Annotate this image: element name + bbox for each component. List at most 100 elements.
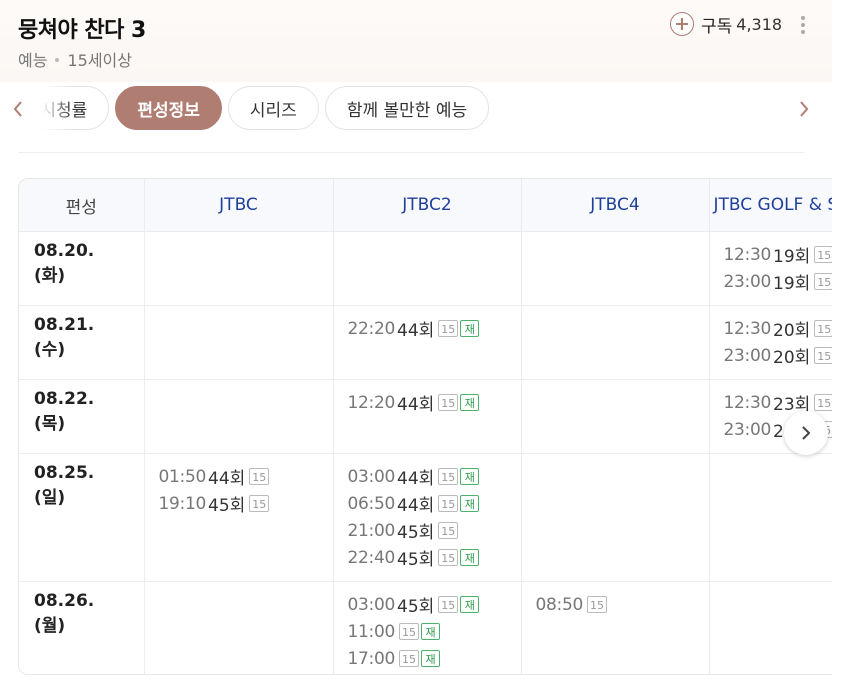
schedule-row: 08.20. (화) 12:3019회15재23:0019회15재	[19, 231, 842, 306]
episode-number: 44회	[208, 469, 246, 489]
schedule-date: 08.22. (목)	[19, 379, 144, 454]
subscribe-button[interactable]: 구독 4,318	[670, 11, 782, 37]
schedule-cell: 03:00 44회 15 재 06:50 44회 15 재 21:00 45회 15 22:40 45회…	[332, 453, 521, 582]
channel-header: JTBC4	[520, 179, 709, 232]
tabs-prev-button[interactable]	[8, 95, 28, 123]
rerun-badge: 재	[460, 320, 480, 337]
tab-item[interactable]: 함께 볼만한 예능	[324, 86, 490, 130]
schedule-row: 08.21. (수)22:2044회15재12:3020회15재23:0020회…	[19, 305, 842, 380]
chevron-left-icon	[13, 101, 22, 117]
age-rating-badge: 15	[438, 495, 459, 512]
broadcast-slot: 19:10 45회 15	[159, 490, 319, 517]
genre-label: 예능	[18, 51, 48, 70]
schedule-cell	[520, 305, 709, 380]
subscribe-count: 4,318	[736, 14, 783, 34]
tabs-next-button[interactable]	[794, 95, 814, 123]
channel-header: JTBC	[143, 179, 333, 232]
schedule-row: 08.22. (목)12:2044회15재12:3023회15재23:0023회…	[19, 379, 842, 454]
broadcast-time: 17:00	[347, 648, 396, 669]
broadcast-time: 11:00	[347, 621, 396, 642]
schedule-cell: 22:20 44회 15 재	[332, 305, 521, 380]
broadcast-slot: 08:50 15	[536, 591, 695, 618]
broadcast-time: 23:00	[723, 419, 772, 440]
tab-fade-left	[42, 86, 72, 132]
chevron-right-icon	[802, 426, 811, 440]
schedule-header-row: 편성 JTBC JTBC2 JTBC4 JTBC GOLF & SPORTS	[19, 179, 842, 232]
separator-dot	[55, 58, 60, 62]
tab-item[interactable]: 시리즈	[227, 86, 319, 130]
episode-number: 20회	[773, 321, 811, 341]
broadcast-time: 01:50	[158, 466, 207, 487]
broadcast-slot: 06:50 44회 15 재	[348, 490, 507, 517]
plus-circle-icon	[670, 12, 694, 36]
broadcast-slot: 03:00 45회 15 재	[348, 591, 507, 618]
episode-number: 19회	[773, 274, 811, 294]
schedule-row: 08.26. (월) 03:00 45회 15 재 11:00 15 재 17:00 15 재 08:…	[19, 581, 842, 674]
broadcast-slot: 03:00 44회 15 재	[348, 463, 507, 490]
date-column-header: 편성	[19, 179, 144, 232]
episode-number: 19회	[773, 247, 811, 267]
broadcast-time: 23:00	[723, 271, 772, 292]
broadcast-time: 23:00	[723, 345, 772, 366]
age-rating-badge: 15	[587, 596, 607, 613]
schedule-date: 08.20. (화)	[19, 231, 144, 306]
schedule-cell: 12:20 44회 15 재	[332, 379, 521, 454]
broadcast-time: 03:00	[347, 466, 396, 487]
age-rating-badge: 15	[814, 394, 834, 411]
broadcast-slot: 11:00 15 재	[348, 618, 507, 645]
episode-number: 44회	[397, 469, 435, 489]
rerun-badge: 재	[421, 650, 440, 667]
schedule-table: 편성 JTBC JTBC2 JTBC4 JTBC GOLF & SPORTS 0…	[18, 178, 842, 675]
table-scroll-next-button[interactable]	[784, 411, 828, 455]
episode-number: 45회	[397, 597, 435, 617]
tab-item[interactable]: 편성정보	[115, 86, 222, 130]
broadcast-slot: 17:00 15 재	[348, 645, 507, 672]
age-rating-badge: 15	[249, 495, 270, 512]
broadcast-time: 12:30	[723, 318, 772, 339]
tab-fade-right	[754, 86, 784, 132]
schedule-cell: 12:3019회15재23:0019회15재	[708, 231, 842, 306]
broadcast-time: 19:10	[158, 493, 207, 514]
broadcast-slot: 12:3023회15재	[724, 389, 842, 416]
schedule-cell: 01:50 44회 15 19:10 45회 15	[143, 453, 333, 582]
subscribe-label: 구독	[701, 16, 733, 37]
episode-number: 44회	[397, 496, 435, 516]
schedule-cell	[143, 305, 333, 380]
age-rating-label: 15세이상	[67, 51, 132, 70]
broadcast-slot: 22:20 44회 15 재	[348, 315, 507, 342]
schedule-cell	[520, 379, 709, 454]
program-header: 뭉쳐야 찬다 3 예능 15세이상 구독 4,318	[0, 0, 832, 82]
age-rating-badge: 15	[438, 522, 459, 539]
age-rating-badge: 15	[438, 468, 459, 485]
page-edge	[832, 0, 842, 683]
channel-header: JTBC2	[332, 179, 521, 232]
age-rating-badge: 15	[814, 320, 834, 337]
broadcast-time: 12:30	[723, 392, 772, 413]
age-rating-badge: 15	[814, 347, 834, 364]
schedule-cell: 03:00 45회 15 재 11:00 15 재 17:00 15 재	[332, 581, 521, 674]
schedule-cell	[708, 581, 842, 674]
broadcast-time: 22:40	[347, 547, 396, 568]
episode-number: 44회	[397, 321, 435, 341]
rerun-badge: 재	[460, 495, 480, 512]
schedule-cell	[520, 231, 709, 306]
broadcast-slot: 21:00 45회 15	[348, 517, 507, 544]
rerun-badge: 재	[460, 394, 480, 411]
more-vertical-icon[interactable]	[797, 16, 809, 40]
age-rating-badge: 15	[814, 246, 834, 263]
broadcast-time: 12:30	[723, 244, 772, 265]
schedule-cell: 08:50 15	[520, 581, 709, 674]
schedule-date: 08.25. (일)	[19, 453, 144, 582]
age-rating-badge: 15	[438, 549, 459, 566]
tab-viewport: 이야기회차정보출연진시청률편성정보시리즈함께 볼만한 예능	[42, 86, 784, 132]
broadcast-slot: 23:0019회15재	[724, 268, 842, 295]
broadcast-time: 08:50	[535, 594, 584, 615]
broadcast-slot: 01:50 44회 15	[159, 463, 319, 490]
schedule-cell	[143, 581, 333, 674]
schedule-cell: 12:3020회15재23:0020회15재	[708, 305, 842, 380]
episode-number: 44회	[397, 395, 435, 415]
broadcast-slot: 12:20 44회 15 재	[348, 389, 507, 416]
age-rating-badge: 15	[399, 623, 419, 640]
rerun-badge: 재	[421, 623, 440, 640]
channel-header: JTBC GOLF & SPORTS	[708, 179, 842, 232]
